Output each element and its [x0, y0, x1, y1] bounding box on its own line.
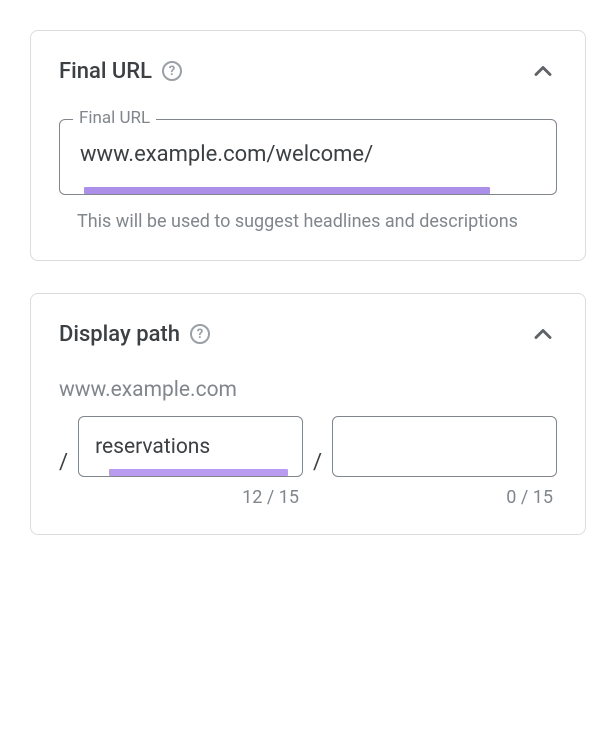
- display-path-row: / 12 / 15 / 0 / 15: [59, 416, 557, 508]
- final-url-card: Final URL ? Final URL This will be used …: [30, 30, 586, 261]
- display-path-card: Display path ? www.example.com / 12 / 15…: [30, 293, 586, 535]
- display-path-input-2[interactable]: [333, 417, 556, 469]
- path-separator: /: [313, 450, 322, 475]
- final-url-float-label: Final URL: [73, 108, 156, 128]
- chevron-up-icon[interactable]: [529, 57, 557, 85]
- path1-accent: [109, 469, 288, 476]
- display-path-input-1[interactable]: [79, 417, 302, 469]
- display-path-title: Display path: [59, 322, 180, 347]
- path-separator: /: [59, 450, 68, 475]
- path1-counter: 12 / 15: [78, 487, 303, 508]
- path2-counter: 0 / 15: [332, 487, 557, 508]
- help-icon[interactable]: ?: [162, 61, 182, 81]
- card-header: Display path ?: [59, 320, 557, 348]
- final-url-helper: This will be used to suggest headlines a…: [59, 209, 557, 234]
- final-url-title: Final URL: [59, 59, 152, 84]
- card-header: Final URL ?: [59, 57, 557, 85]
- final-url-field: Final URL: [59, 119, 557, 195]
- final-url-input[interactable]: [60, 120, 556, 187]
- chevron-up-icon[interactable]: [529, 320, 557, 348]
- path2-accent: [363, 469, 542, 476]
- final-url-accent: [84, 187, 490, 194]
- help-icon[interactable]: ?: [190, 324, 210, 344]
- display-path-domain: www.example.com: [59, 378, 557, 402]
